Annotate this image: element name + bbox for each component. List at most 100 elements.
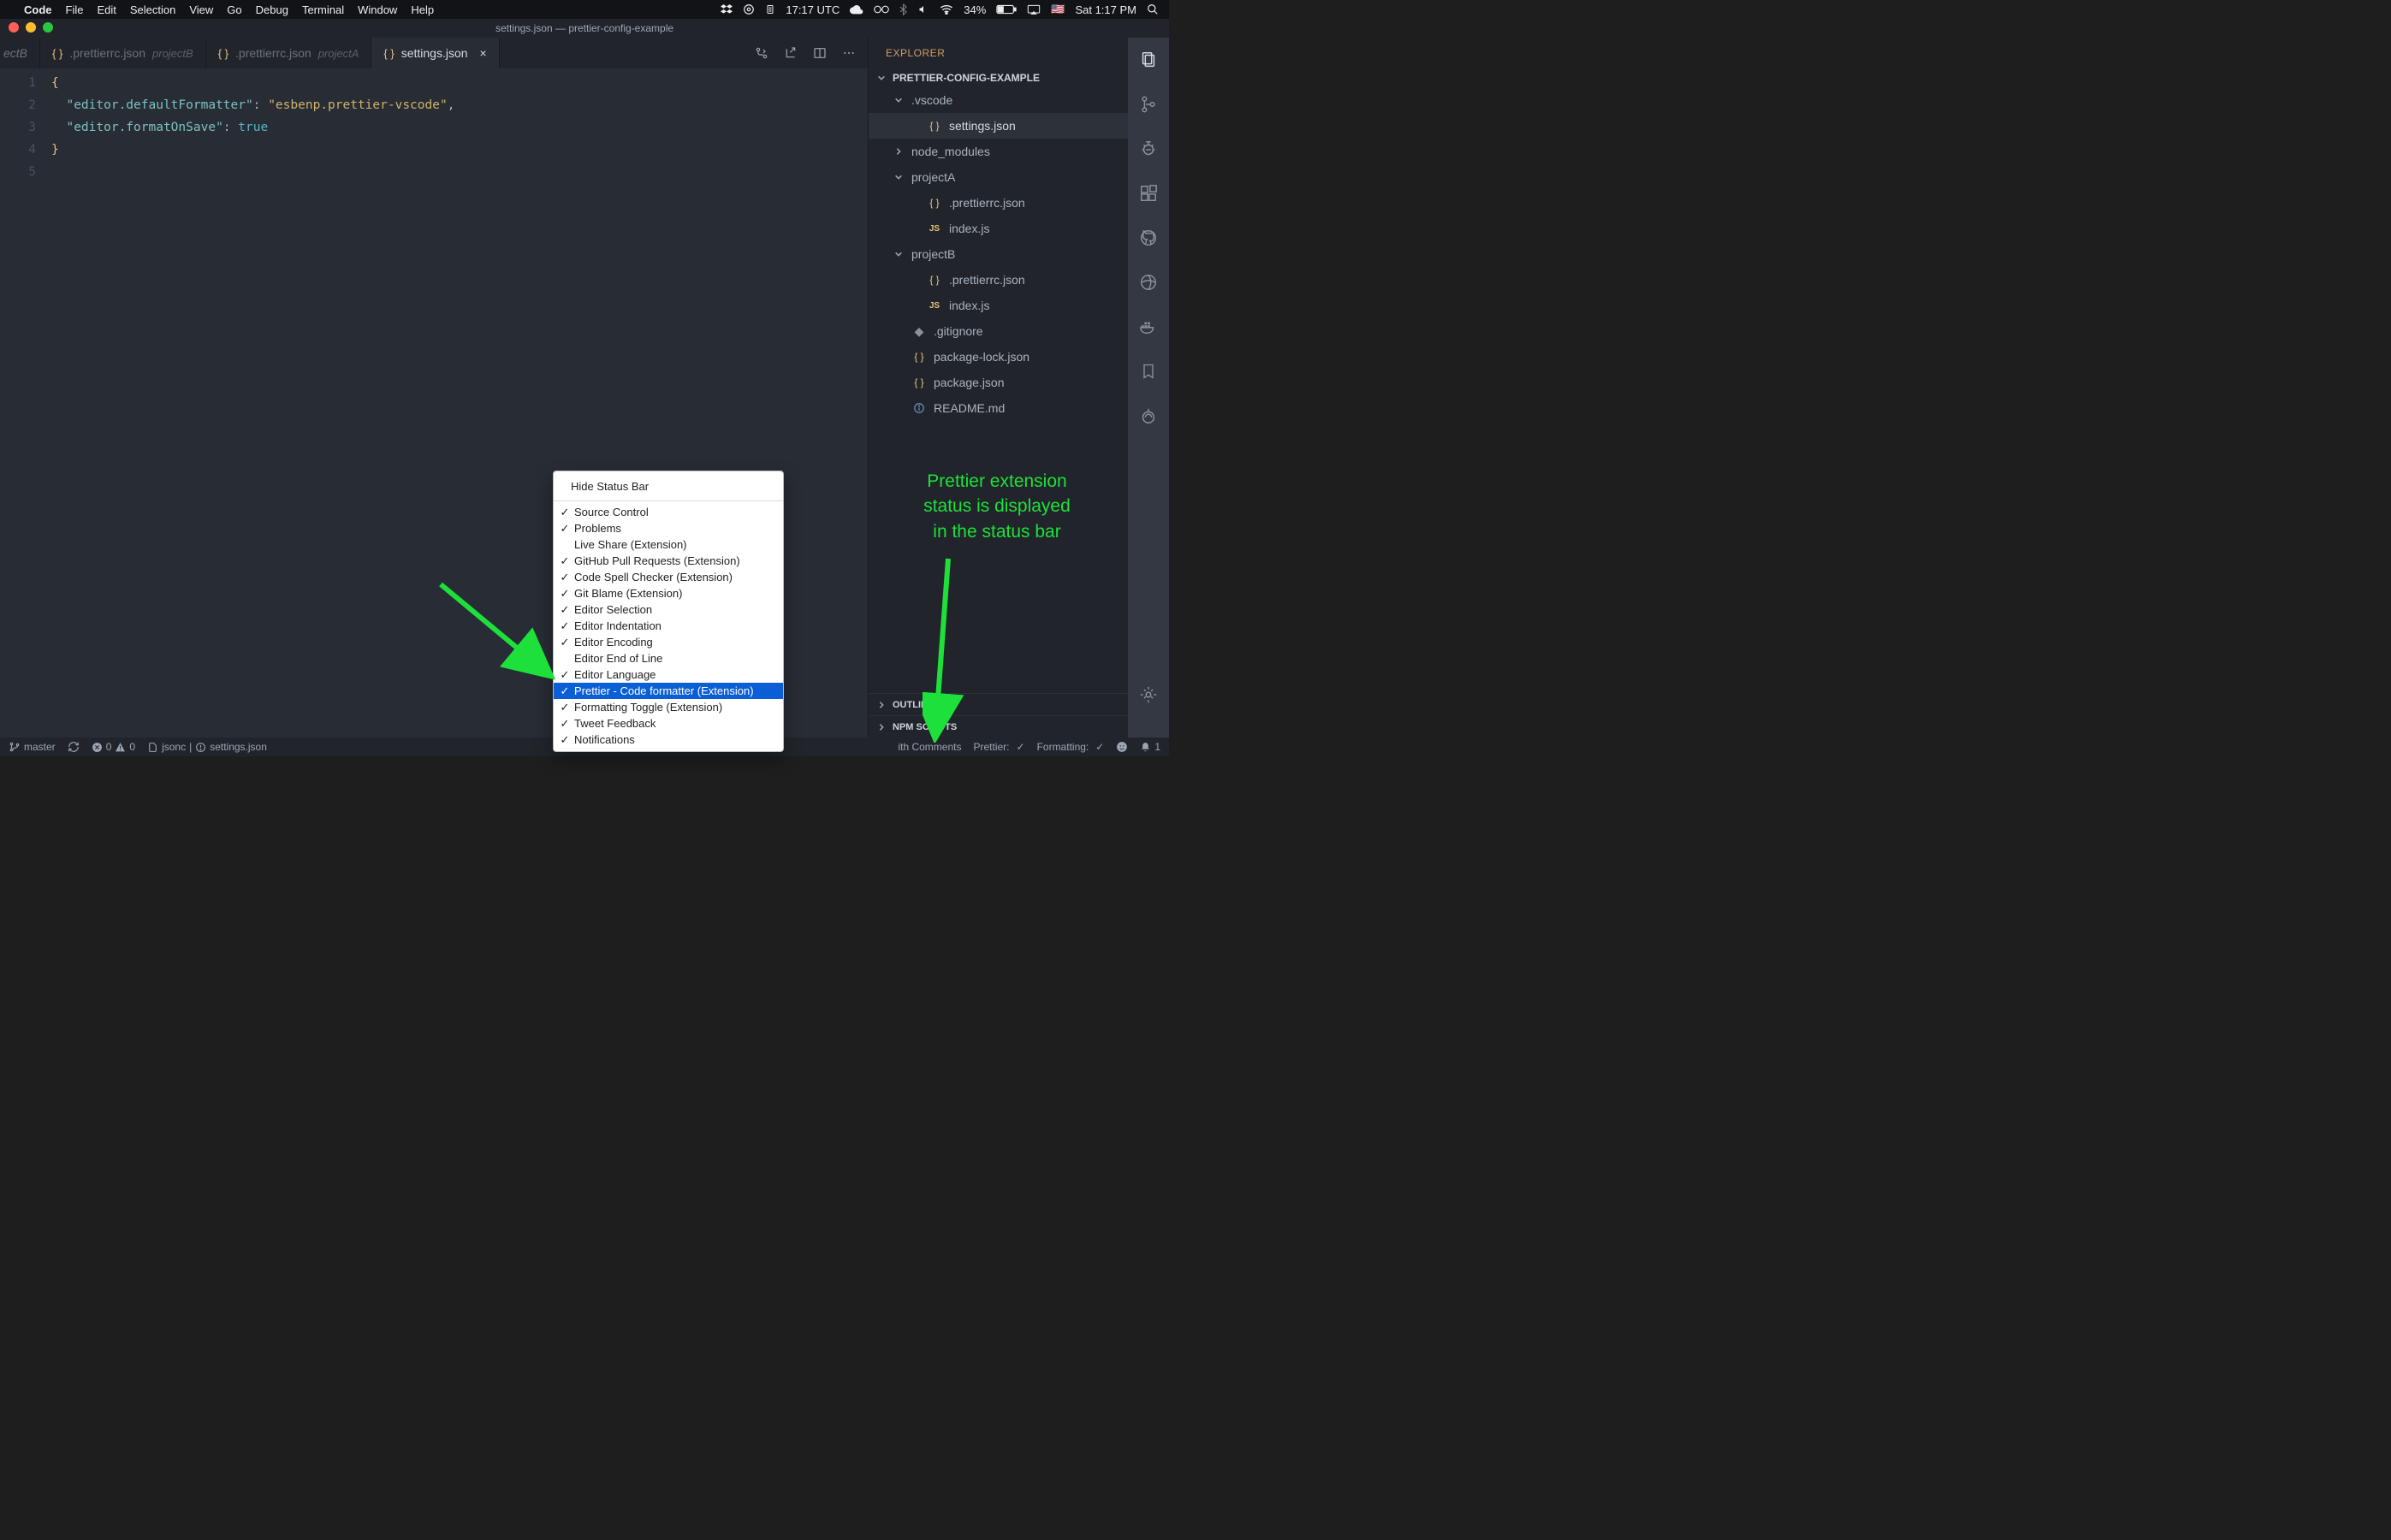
context-menu-item-prettier-code-formatter-extension-[interactable]: ✓Prettier - Code formatter (Extension)	[554, 683, 783, 699]
menubar-item-help[interactable]: Help	[411, 3, 434, 16]
menubar-item-window[interactable]: Window	[358, 3, 397, 16]
status-feedback-icon[interactable]	[1116, 741, 1128, 753]
tab-filename: settings.json	[401, 46, 468, 60]
cloud-icon[interactable]	[850, 4, 863, 15]
context-menu-item-github-pull-requests-extension-[interactable]: ✓GitHub Pull Requests (Extension)	[554, 553, 783, 569]
tree-folder-node-modules[interactable]: node_modules	[869, 139, 1128, 164]
window-close-button[interactable]	[9, 22, 19, 33]
menubar-item-selection[interactable]: Selection	[130, 3, 175, 16]
status-formatting[interactable]: Formatting:	[1037, 741, 1105, 753]
menubar-item-view[interactable]: View	[189, 3, 213, 16]
tree-file-index-js[interactable]: JSindex.js	[869, 293, 1128, 318]
activity-docker-icon[interactable]	[1138, 317, 1159, 337]
code-content[interactable]: { "editor.defaultFormatter": "esbenp.pre…	[51, 68, 454, 737]
window-minimize-button[interactable]	[26, 22, 36, 33]
tree-file-package-lock-json[interactable]: { }package-lock.json	[869, 344, 1128, 370]
status-file-info[interactable]: jsonc | settings.json	[147, 741, 267, 753]
tab-prettierrc-projectb[interactable]: { } .prettierrc.json projectB	[40, 38, 206, 68]
context-menu-item-source-control[interactable]: ✓Source Control	[554, 504, 783, 520]
wifi-icon[interactable]	[940, 4, 953, 15]
tab-overflow-indicator[interactable]: ectB	[0, 38, 40, 68]
activity-extensions-icon[interactable]	[1138, 183, 1159, 204]
context-menu-title-item[interactable]: Hide Status Bar	[554, 475, 783, 498]
menubar-time-utc[interactable]: 17:17 UTC	[786, 3, 840, 16]
tab-prettierrc-projecta[interactable]: { } .prettierrc.json projectA	[206, 38, 372, 68]
flag-icon[interactable]: 🇺🇸	[1051, 3, 1065, 16]
context-menu-item-editor-encoding[interactable]: ✓Editor Encoding	[554, 634, 783, 650]
activity-github-icon[interactable]	[1138, 228, 1159, 248]
menubar-item-debug[interactable]: Debug	[256, 3, 288, 16]
tab-settings-json[interactable]: { } settings.json ×	[371, 38, 499, 68]
code-line[interactable]: "editor.defaultFormatter": "esbenp.prett…	[51, 94, 454, 116]
open-changes-icon[interactable]	[784, 46, 798, 60]
context-menu-item-formatting-toggle-extension-[interactable]: ✓Formatting Toggle (Extension)	[554, 699, 783, 715]
menubar-item-edit[interactable]: Edit	[97, 3, 116, 16]
tree-file-package-json[interactable]: { }package.json	[869, 370, 1128, 395]
screen-mirror-icon[interactable]	[1027, 4, 1041, 15]
window-maximize-button[interactable]	[43, 22, 53, 33]
context-menu-item-editor-end-of-line[interactable]: Editor End of Line	[554, 650, 783, 666]
tree-file--prettierrc-json[interactable]: { }.prettierrc.json	[869, 190, 1128, 216]
context-menu-item-label: Editor End of Line	[574, 652, 662, 665]
sidebar-section-npm-scripts[interactable]: NPM SCRIPTS	[869, 715, 1128, 737]
menubar-item-terminal[interactable]: Terminal	[302, 3, 344, 16]
context-menu-item-editor-language[interactable]: ✓Editor Language	[554, 666, 783, 683]
tree-file--prettierrc-json[interactable]: { }.prettierrc.json	[869, 267, 1128, 293]
battery-icon[interactable]	[996, 4, 1017, 15]
menubar-app-name[interactable]: Code	[24, 3, 52, 16]
status-notifications[interactable]: 1	[1140, 741, 1160, 753]
tree-file-index-js[interactable]: JSindex.js	[869, 216, 1128, 241]
sidebar-section-label: OUTLINE	[893, 700, 934, 710]
code-line[interactable]: {	[51, 72, 454, 94]
activity-project-icon[interactable]	[1138, 406, 1159, 426]
tab-close-icon[interactable]: ×	[480, 46, 487, 60]
context-menu-item-git-blame-extension-[interactable]: ✓Git Blame (Extension)	[554, 585, 783, 601]
glasses-icon[interactable]	[874, 5, 889, 14]
activity-bookmark-icon[interactable]	[1138, 361, 1159, 382]
activity-debug-icon[interactable]	[1138, 139, 1159, 159]
status-prettier[interactable]: Prettier:	[973, 741, 1024, 753]
menubar-battery-pct[interactable]: 34%	[964, 3, 986, 16]
activity-source-control-icon[interactable]	[1138, 94, 1159, 115]
activity-settings-icon[interactable]	[1138, 684, 1159, 705]
context-menu-item-editor-indentation[interactable]: ✓Editor Indentation	[554, 618, 783, 634]
activity-liveshare-icon[interactable]	[1138, 272, 1159, 293]
context-menu-item-problems[interactable]: ✓Problems	[554, 520, 783, 536]
sidebar-section-outline[interactable]: OUTLINE	[869, 693, 1128, 715]
context-menu-item-tweet-feedback[interactable]: ✓Tweet Feedback	[554, 715, 783, 732]
split-editor-icon[interactable]	[813, 46, 827, 60]
context-menu-item-notifications[interactable]: ✓Notifications	[554, 732, 783, 748]
menubar-clock[interactable]: Sat 1:17 PM	[1075, 3, 1136, 16]
status-language-mode[interactable]: ith Comments	[898, 741, 961, 753]
tree-file-readme-md[interactable]: README.md	[869, 395, 1128, 421]
line-number: 4	[0, 139, 36, 161]
status-git-branch[interactable]: master	[9, 741, 56, 753]
bluetooth-icon[interactable]	[899, 3, 907, 15]
code-line[interactable]	[51, 161, 454, 183]
volume-icon[interactable]	[917, 4, 929, 15]
activity-explorer-icon[interactable]	[1138, 50, 1159, 70]
tree-file--gitignore[interactable]: ◆.gitignore	[869, 318, 1128, 344]
checkmark-icon: ✓	[559, 717, 571, 731]
clipboard-icon[interactable]	[765, 3, 775, 15]
more-actions-icon[interactable]	[842, 46, 856, 60]
tree-folder-projecta[interactable]: projectA	[869, 164, 1128, 190]
js-icon: JS	[927, 224, 942, 234]
menubar-item-file[interactable]: File	[66, 3, 84, 16]
menubar-item-go[interactable]: Go	[227, 3, 241, 16]
code-line[interactable]: "editor.formatOnSave": true	[51, 116, 454, 139]
tree-folder-projectb[interactable]: projectB	[869, 241, 1128, 267]
status-sync-icon[interactable]	[68, 741, 80, 753]
context-menu-item-editor-selection[interactable]: ✓Editor Selection	[554, 601, 783, 618]
tree-file-settings-json[interactable]: { }settings.json	[869, 113, 1128, 139]
code-line[interactable]: }	[51, 139, 454, 161]
context-menu-item-live-share-extension-[interactable]: Live Share (Extension)	[554, 536, 783, 553]
tree-folder--vscode[interactable]: .vscode	[869, 87, 1128, 113]
tree-root[interactable]: PRETTIER-CONFIG-EXAMPLE	[869, 68, 1128, 87]
spotlight-icon[interactable]	[1147, 3, 1159, 15]
status-problems[interactable]: 0 0	[92, 741, 135, 753]
dropbox-icon[interactable]	[721, 3, 733, 15]
target-icon[interactable]	[743, 3, 755, 15]
context-menu-item-code-spell-checker-extension-[interactable]: ✓Code Spell Checker (Extension)	[554, 569, 783, 585]
git-compare-icon[interactable]	[755, 46, 768, 60]
